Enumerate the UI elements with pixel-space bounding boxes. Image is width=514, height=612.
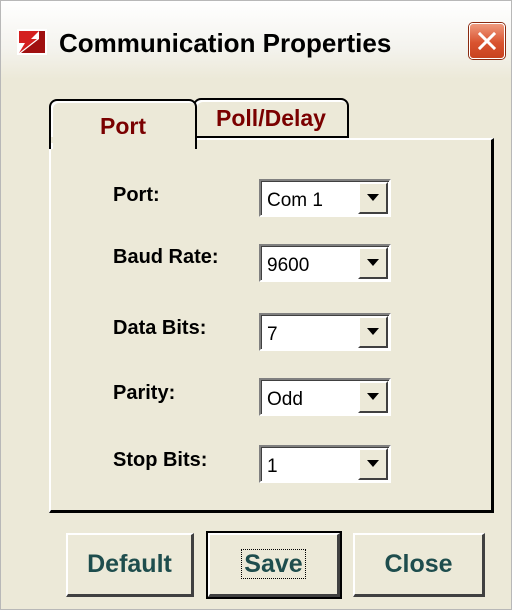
save-button[interactable]: Save [206, 531, 342, 599]
baud-rate-value: 9600 [267, 255, 310, 276]
baud-rate-label: Baud Rate: [113, 246, 219, 268]
port-label: Port: [113, 184, 160, 206]
stop-bits-value: 1 [267, 456, 278, 477]
tab-poll-delay[interactable]: Poll/Delay [193, 98, 349, 139]
chevron-down-icon[interactable] [358, 381, 388, 413]
stop-bits-label: Stop Bits: [113, 449, 208, 471]
default-button[interactable]: Default [66, 533, 194, 597]
window-title: Communication Properties [59, 28, 392, 58]
chevron-down-icon[interactable] [358, 448, 388, 480]
save-button-label: Save [241, 549, 306, 579]
app-logo-icon [17, 29, 47, 55]
baud-rate-select[interactable]: 9600 [259, 244, 391, 282]
chevron-down-icon[interactable] [358, 182, 388, 214]
parity-value: Odd [267, 389, 303, 410]
title-bar[interactable]: Communication Properties [1, 1, 511, 79]
port-value: Com 1 [267, 190, 323, 211]
data-bits-label: Data Bits: [113, 317, 207, 339]
port-select[interactable]: Com 1 [259, 179, 391, 217]
communication-properties-window: Communication Properties Poll/Delay Port… [0, 0, 512, 610]
close-button[interactable]: Close [353, 533, 485, 597]
data-bits-value: 7 [267, 324, 278, 345]
chevron-down-icon[interactable] [358, 247, 388, 279]
parity-label: Parity: [113, 382, 176, 404]
data-bits-select[interactable]: 7 [259, 313, 391, 351]
parity-select[interactable]: Odd [259, 378, 391, 416]
chevron-down-icon[interactable] [358, 316, 388, 348]
stop-bits-select[interactable]: 1 [259, 445, 391, 483]
close-icon[interactable] [469, 23, 505, 59]
